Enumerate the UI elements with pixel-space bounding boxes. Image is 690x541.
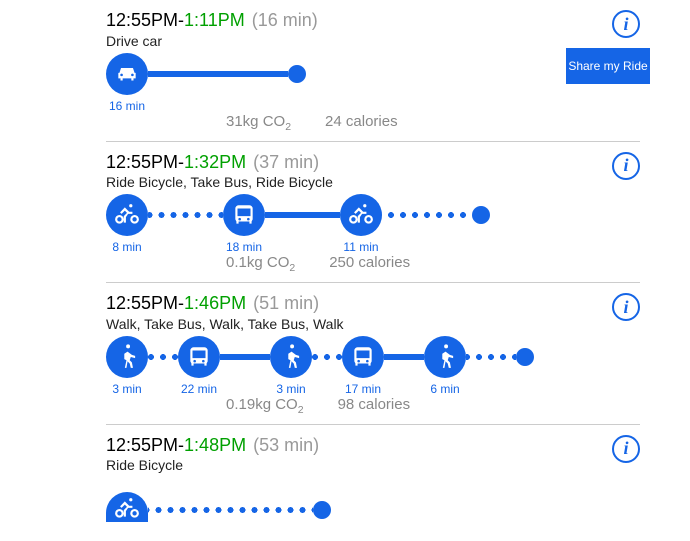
info-icon[interactable]: i (612, 435, 640, 463)
segment-duration: 18 min (226, 240, 262, 254)
route-stats: 31kg CO2 24 calories (226, 113, 640, 133)
segment-duration: 17 min (345, 382, 381, 396)
route-option[interactable]: 12:55PM-1:11PM (16 min) Drive car i Shar… (106, 0, 640, 142)
walk-icon (270, 336, 312, 378)
bike-icon (106, 492, 148, 522)
car-icon (106, 53, 148, 95)
walk-icon (106, 336, 148, 378)
trip-duration: (51 min) (253, 293, 319, 313)
co2-stat: 0.1kg CO2 (226, 254, 295, 274)
segment-bike: 11 min (340, 194, 382, 254)
co2-stat: 31kg CO2 (226, 113, 291, 133)
time-row: 12:55PM-1:32PM (37 min) (106, 152, 640, 174)
connector (466, 354, 516, 360)
segment-bus: 17 min (342, 336, 384, 396)
connector (148, 212, 223, 218)
walk-icon (424, 336, 466, 378)
start-time: 12:55PM (106, 435, 178, 455)
segment-bike: 8 min (106, 194, 148, 254)
segment-duration: 3 min (276, 382, 305, 396)
start-time: 12:55PM (106, 293, 178, 313)
segment-bus: 22 min (178, 336, 220, 396)
info-icon[interactable]: i (612, 152, 640, 180)
destination-dot (516, 348, 534, 366)
route-option[interactable]: 12:55PM-1:32PM (37 min) Ride Bicycle, Ta… (106, 142, 640, 284)
route-option[interactable]: 12:55PM-1:46PM (51 min) Walk, Take Bus, … (106, 283, 640, 425)
route-description: Walk, Take Bus, Walk, Take Bus, Walk (106, 316, 640, 332)
calories-stat: 98 calories (338, 396, 411, 416)
segment-bar: 16 min (106, 57, 640, 109)
end-time: 1:48PM (184, 435, 246, 455)
info-icon[interactable]: i (612, 10, 640, 38)
segment-duration: 8 min (112, 240, 141, 254)
segment-bike (106, 492, 148, 522)
end-time: 1:11PM (184, 10, 245, 30)
destination-dot (313, 501, 331, 519)
calories-stat: 250 calories (329, 254, 410, 274)
connector (384, 354, 424, 360)
segment-bar: 3 min 22 min 3 min 17 min 6 min (106, 340, 640, 392)
share-ride-button[interactable]: Share my Ride (566, 48, 650, 84)
segment-bar (106, 481, 640, 533)
destination-dot (288, 65, 306, 83)
connector (382, 212, 472, 218)
segment-walk: 3 min (106, 336, 148, 396)
calories-stat: 24 calories (325, 113, 398, 133)
segment-walk: 6 min (424, 336, 466, 396)
route-option[interactable]: 12:55PM-1:48PM (53 min) Ride Bicycle i (106, 425, 640, 541)
segment-walk: 3 min (270, 336, 312, 396)
time-row: 12:55PM-1:48PM (53 min) (106, 435, 640, 457)
bus-icon (223, 194, 265, 236)
connector (148, 507, 313, 513)
bus-icon (342, 336, 384, 378)
end-time: 1:46PM (184, 293, 246, 313)
route-description: Drive car (106, 33, 640, 49)
start-time: 12:55PM (106, 10, 178, 30)
trip-duration: (37 min) (253, 152, 319, 172)
segment-duration: 16 min (109, 99, 145, 113)
segment-duration: 22 min (181, 382, 217, 396)
bus-icon (178, 336, 220, 378)
trip-duration: (16 min) (252, 10, 318, 30)
connector (220, 354, 270, 360)
start-time: 12:55PM (106, 152, 178, 172)
time-row: 12:55PM-1:46PM (51 min) (106, 293, 640, 315)
connector (148, 354, 178, 360)
end-time: 1:32PM (184, 152, 246, 172)
segment-bus: 18 min (223, 194, 265, 254)
segment-duration: 11 min (343, 240, 378, 254)
connector (312, 354, 342, 360)
destination-dot (472, 206, 490, 224)
route-stats: 0.19kg CO2 98 calories (226, 396, 640, 416)
bike-icon (340, 194, 382, 236)
route-description: Ride Bicycle (106, 457, 640, 473)
connector (265, 212, 340, 218)
route-stats: 0.1kg CO2 250 calories (226, 254, 640, 274)
time-row: 12:55PM-1:11PM (16 min) (106, 10, 640, 32)
connector (148, 71, 288, 77)
segment-bar: 8 min 18 min 11 min (106, 198, 640, 250)
segment-car: 16 min (106, 53, 148, 113)
segment-duration: 6 min (430, 382, 459, 396)
info-icon[interactable]: i (612, 293, 640, 321)
trip-duration: (53 min) (253, 435, 319, 455)
co2-stat: 0.19kg CO2 (226, 396, 304, 416)
segment-duration: 3 min (112, 382, 141, 396)
route-description: Ride Bicycle, Take Bus, Ride Bicycle (106, 174, 640, 190)
bike-icon (106, 194, 148, 236)
